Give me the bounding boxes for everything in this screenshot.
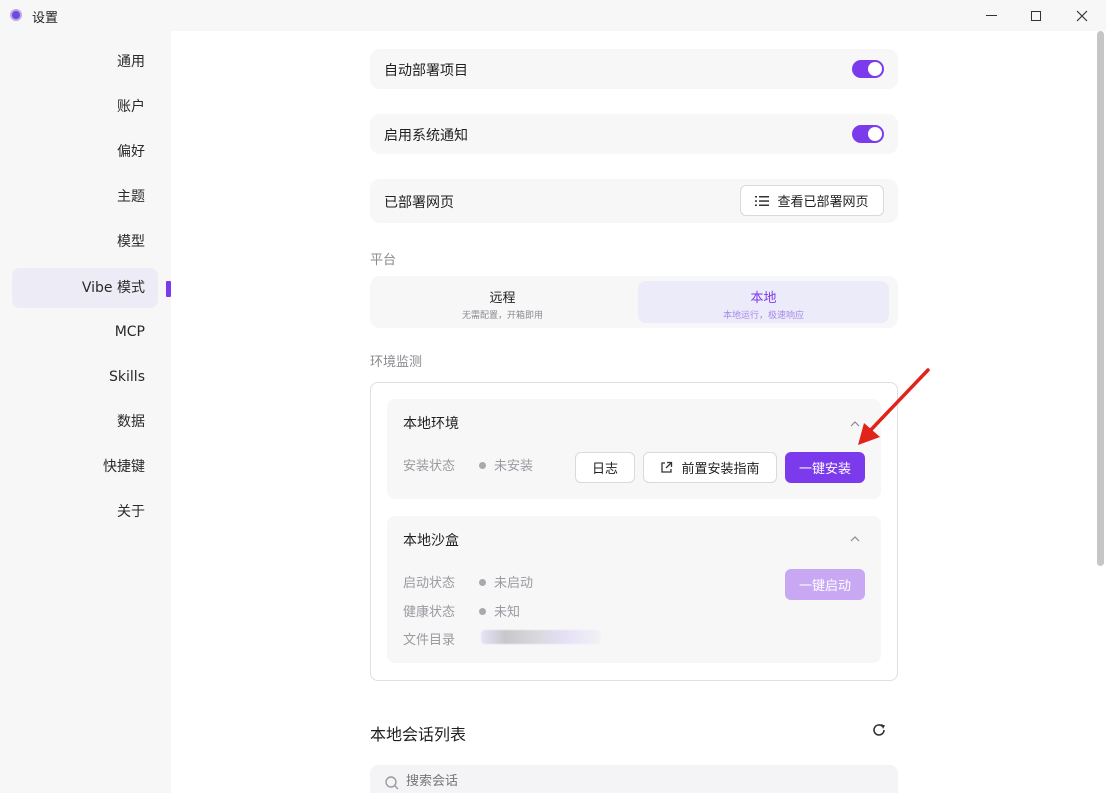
install-status-value: 未安装 xyxy=(479,455,533,474)
file-directory-label: 文件目录 xyxy=(403,633,456,648)
refresh-icon[interactable] xyxy=(871,722,887,738)
local-env-title: 本地环境 xyxy=(403,416,459,432)
platform-option-remote[interactable]: 远程 无需配置，开箱即用 xyxy=(377,281,628,323)
install-guide-button[interactable]: 前置安装指南 xyxy=(643,452,777,483)
view-deployed-pages-button[interactable]: 查看已部署网页 xyxy=(740,185,884,216)
platform-option-title: 本地 xyxy=(750,291,777,306)
env-monitor-section-label: 环境监测 xyxy=(370,355,423,370)
maximize-button[interactable] xyxy=(1013,0,1059,31)
system-notify-label: 启用系统通知 xyxy=(384,128,468,144)
sidebar-item-data[interactable]: 数据 xyxy=(12,402,158,442)
local-sandbox-title: 本地沙盒 xyxy=(403,533,459,549)
view-deployed-pages-label: 查看已部署网页 xyxy=(777,195,869,210)
health-status-value: 未知 xyxy=(479,601,520,620)
install-status-label: 安装状态 xyxy=(403,459,456,474)
platform-segmented-control: 远程 无需配置，开箱即用 本地 本地运行，极速响应 xyxy=(370,276,898,328)
platform-option-local[interactable]: 本地 本地运行，极速响应 xyxy=(638,281,889,323)
install-status-text: 未安装 xyxy=(494,459,534,474)
scrollbar[interactable] xyxy=(1097,31,1104,566)
sidebar-item-shortcuts[interactable]: 快捷键 xyxy=(12,447,158,487)
auto-deploy-toggle[interactable] xyxy=(852,60,884,78)
one-click-start-button[interactable]: 一键启动 xyxy=(785,569,865,600)
platform-option-subtitle: 本地运行，极速响应 xyxy=(722,311,804,321)
external-link-icon xyxy=(661,461,673,473)
local-env-card: 本地环境 安装状态 未安装 xyxy=(387,399,881,499)
minimize-icon xyxy=(985,15,997,16)
auto-deploy-label: 自动部署项目 xyxy=(384,63,468,79)
deployed-pages-label: 已部署网页 xyxy=(384,195,454,211)
status-dot-icon xyxy=(479,579,486,586)
session-search-input[interactable] xyxy=(406,774,706,789)
sidebar-item-model[interactable]: 模型 xyxy=(12,222,158,262)
file-directory-path-redacted[interactable] xyxy=(481,630,601,644)
session-search-box[interactable] xyxy=(370,765,898,793)
session-list-title: 本地会话列表 xyxy=(370,725,467,744)
sidebar-item-general[interactable]: 通用 xyxy=(12,42,158,82)
window-title: 设置 xyxy=(32,11,59,26)
one-click-install-button[interactable]: 一键安装 xyxy=(785,452,865,483)
platform-option-title: 远程 xyxy=(489,291,516,306)
one-click-install-label: 一键安装 xyxy=(798,462,851,477)
start-status-text: 未启动 xyxy=(494,576,534,591)
app-logo-icon xyxy=(10,9,22,21)
sidebar-item-mcp[interactable]: MCP xyxy=(12,312,158,352)
sidebar-item-preferences[interactable]: 偏好 xyxy=(12,132,158,172)
list-icon xyxy=(755,195,770,206)
platform-section-label: 平台 xyxy=(370,253,397,268)
minimize-button[interactable] xyxy=(968,0,1014,31)
status-dot-icon xyxy=(479,608,486,615)
log-button-label: 日志 xyxy=(591,462,618,477)
close-button[interactable] xyxy=(1059,0,1105,31)
start-status-label: 启动状态 xyxy=(403,576,456,591)
title-bar: 设置 xyxy=(0,0,1106,31)
install-guide-label: 前置安装指南 xyxy=(681,462,760,477)
system-notify-toggle[interactable] xyxy=(852,125,884,143)
sidebar-item-account[interactable]: 账户 xyxy=(12,87,158,127)
log-button[interactable]: 日志 xyxy=(575,452,635,483)
health-status-text: 未知 xyxy=(494,605,521,620)
auto-deploy-row: 自动部署项目 xyxy=(370,49,898,89)
maximize-icon xyxy=(1031,10,1041,21)
start-status-value: 未启动 xyxy=(479,572,533,591)
sidebar-item-skills[interactable]: Skills xyxy=(12,357,158,397)
sidebar-item-theme[interactable]: 主题 xyxy=(12,177,158,217)
health-status-label: 健康状态 xyxy=(403,605,456,620)
sidebar-item-about[interactable]: 关于 xyxy=(12,492,158,532)
one-click-start-label: 一键启动 xyxy=(798,579,851,594)
sidebar-item-vibe-mode[interactable]: Vibe 模式 xyxy=(12,268,158,308)
system-notify-row: 启用系统通知 xyxy=(370,114,898,154)
platform-option-subtitle: 无需配置，开箱即用 xyxy=(461,311,543,321)
close-icon xyxy=(1076,10,1088,21)
annotation-arrow-icon xyxy=(858,368,930,445)
chevron-up-icon[interactable] xyxy=(850,534,860,544)
status-dot-icon xyxy=(479,462,486,469)
search-icon xyxy=(385,776,399,790)
